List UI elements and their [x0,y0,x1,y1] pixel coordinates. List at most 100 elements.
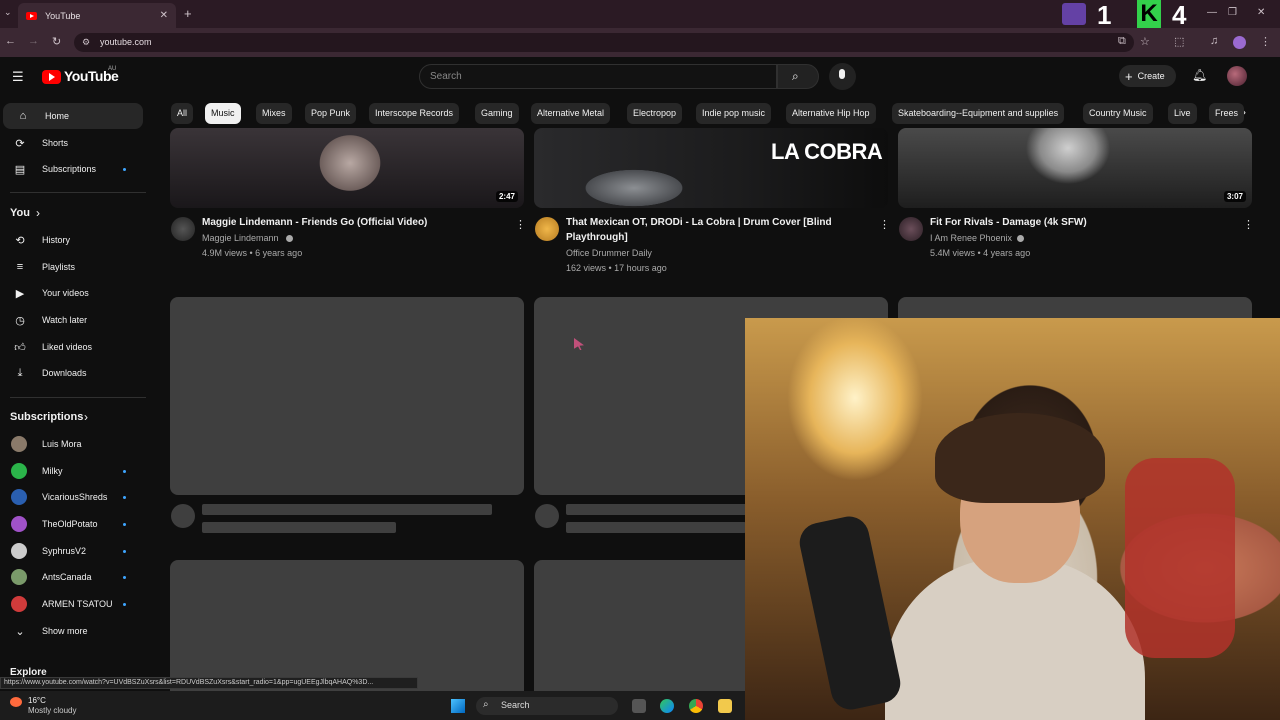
create-label: Create [1137,71,1165,81]
profile-icon[interactable] [1233,36,1246,49]
channel-name[interactable]: Maggie Lindemann [202,231,279,246]
sidebar-item-subscriptions[interactable]: ▤ Subscriptions [0,156,140,182]
edge-icon[interactable] [660,699,674,713]
duration-badge: 2:47 [495,191,518,202]
channel-avatar [11,543,27,559]
chip-all[interactable]: All [171,103,194,124]
video-thumbnail[interactable]: 2:47 [170,128,524,208]
chip-frees[interactable]: Frees [1209,103,1245,124]
chip-country-music[interactable]: Country Music [1083,103,1153,124]
sidebar-subscription-luis-mora[interactable]: Luis Mora [0,431,140,457]
channel-avatar[interactable] [899,217,923,241]
install-app-icon[interactable]: ⧉ [1118,35,1126,48]
chrome-icon[interactable] [689,699,703,713]
hamburger-menu-icon[interactable]: ☰ [12,69,24,85]
sidebar-item-label: SyphrusV2 [42,546,87,556]
weather-temp[interactable]: 16°C [28,696,46,705]
webcam-microphone [796,512,904,714]
search-input[interactable]: Search [419,64,777,89]
download-icon: ⤓ [17,366,23,379]
search-icon: ⌕ [792,69,799,83]
browser-menu-icon[interactable]: ⋮ [1260,35,1271,48]
sidebar-item-label: Watch later [42,315,88,325]
thumbnail-text: LA COBRA [771,139,883,164]
sidebar-item-shorts[interactable]: ⟳ Shorts [0,130,140,156]
chip-alternative-metal[interactable]: Alternative Metal [531,103,611,124]
forward-icon[interactable]: → [28,35,39,47]
channel-name[interactable]: I Am Renee Phoenix [930,231,1012,246]
video-meta: 162 views • 17 hours ago [566,263,667,273]
video-title-line2[interactable]: Playthrough] [566,231,628,245]
microphone-icon [839,69,845,79]
sidebar-item-watch-later[interactable]: ◷ Watch later [0,307,140,333]
channel-avatar [11,569,27,585]
more-actions-icon[interactable]: ⋮ [1243,218,1254,231]
chip-music[interactable]: Music [205,103,241,124]
chip-live[interactable]: Live [1168,103,1197,124]
close-icon[interactable]: ✕ [160,10,168,21]
sidebar-subscriptions-heading[interactable]: Subscriptions [10,411,83,423]
sidebar-item-home[interactable]: ⌂ Home [3,103,143,129]
chip-electropop[interactable]: Electropop [627,103,683,124]
chip-alternative-hip-hop[interactable]: Alternative Hip Hop [786,103,876,124]
channel-avatar [11,489,27,505]
chevron-down-icon: ⌄ [15,625,25,638]
task-view-icon[interactable] [632,699,646,713]
windows-start-icon[interactable] [451,699,465,713]
notifications-bell-icon[interactable]: 🔔︎ [1192,68,1207,82]
sidebar-subscription-syphrusv2[interactable]: SyphrusV2 [0,538,140,564]
site-info-icon[interactable]: ⚙ [82,37,90,48]
file-explorer-icon[interactable] [718,699,732,713]
sidebar-item-downloads[interactable]: ⤓ Downloads [0,360,140,386]
chip-interscope-records[interactable]: Interscope Records [369,103,460,124]
sidebar-subscription-armen-tsatou[interactable]: ARMEN TSATOU [0,591,140,617]
taskbar-search[interactable]: Search [476,697,618,715]
channel-avatar[interactable] [535,217,559,241]
channel-avatar[interactable] [171,217,195,241]
sidebar-item-playlists[interactable]: ≡ Playlists [0,254,140,280]
account-avatar[interactable] [1227,66,1247,86]
search-button[interactable]: ⌕ [777,64,819,89]
video-thumbnail[interactable]: 3:07 [898,128,1252,208]
chip-pop-punk[interactable]: Pop Punk [305,103,357,124]
more-actions-icon[interactable]: ⋮ [879,218,890,231]
voice-search-button[interactable] [829,63,856,90]
sidebar-item-your-videos[interactable]: ▶ Your videos [0,280,140,306]
weather-desc[interactable]: Mostly cloudy [28,706,76,715]
youtube-logo-icon[interactable] [42,70,61,84]
reload-icon[interactable]: ↻ [52,35,61,48]
more-actions-icon[interactable]: ⋮ [515,218,526,231]
channel-name[interactable]: Office Drummer Daily [566,246,652,261]
address-bar[interactable]: youtube.com [74,33,1134,52]
restore-icon[interactable]: ❐ [1228,7,1237,18]
media-controls-icon[interactable]: ♫ [1210,35,1218,47]
chip-indie-pop-music[interactable]: Indie pop music [696,103,772,124]
like-icon: 👍︎ [14,341,26,354]
sidebar-subscription-antscanada[interactable]: AntsCanada [0,564,140,590]
browser-tab[interactable]: YouTube ✕ [18,3,176,28]
sidebar-item-liked-videos[interactable]: 👍︎ Liked videos [0,334,140,360]
video-thumbnail[interactable]: LA COBRA [534,128,888,208]
sidebar-you-heading[interactable]: You [10,207,30,219]
sidebar-subscription-vicariousshreds[interactable]: VicariousShreds [0,484,140,510]
video-title[interactable]: Fit For Rivals - Damage (4k SFW) [930,216,1230,230]
minimize-icon[interactable]: — [1207,7,1217,18]
home-icon: ⌂ [19,110,27,122]
chip-skateboarding-equipment-and-supplies[interactable]: Skateboarding--Equipment and supplies [892,103,1065,124]
back-icon[interactable]: ← [5,35,16,47]
video-title[interactable]: Maggie Lindemann - Friends Go (Official … [202,216,502,230]
sidebar-subscription-milky[interactable]: Milky [0,458,140,484]
video-title[interactable]: That Mexican OT, DRODi - La Cobra | Drum… [566,216,866,230]
window-close-icon[interactable]: ✕ [1257,7,1265,18]
new-tab-button[interactable]: + [184,6,192,21]
extensions-icon[interactable]: ⬚ [1174,35,1184,48]
sidebar-subscription-theoldpotato[interactable]: TheOldPotato [0,511,140,537]
tab-search-icon[interactable]: ⌄ [4,7,12,18]
chip-mixes[interactable]: Mixes [256,103,292,124]
bookmark-star-icon[interactable]: ☆ [1140,35,1150,48]
sidebar-item-show-more[interactable]: ⌄ Show more [0,618,140,644]
chip-gaming[interactable]: Gaming [475,103,519,124]
channel-avatar [11,516,27,532]
create-button[interactable]: + Create [1119,65,1176,87]
sidebar-item-history[interactable]: ⟲ History [0,227,140,253]
